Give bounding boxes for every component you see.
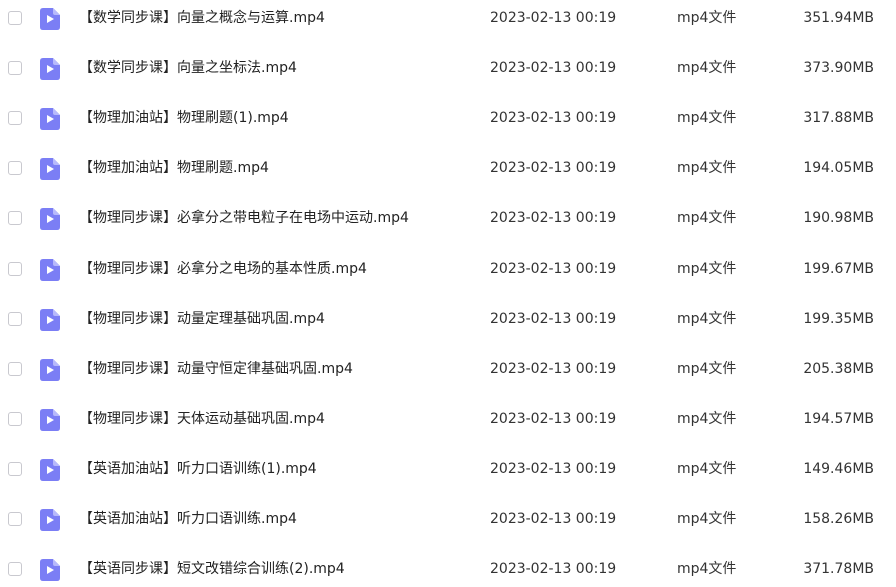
- file-modified-date: 2023-02-13 00:19: [490, 561, 617, 578]
- file-row[interactable]: 【英语加油站】听力口语训练(1).mp4 2023-02-13 00:19 mp…: [0, 451, 896, 501]
- file-type: mp4文件: [677, 10, 737, 26]
- file-size: 190.98MB: [803, 210, 874, 227]
- video-file-icon: [40, 58, 60, 81]
- file-modified-date: 2023-02-13 00:19: [490, 10, 617, 26]
- file-name[interactable]: 【英语加油站】听力口语训练.mp4: [79, 510, 297, 528]
- video-file-icon: [40, 308, 60, 331]
- row-checkbox[interactable]: [8, 161, 22, 176]
- video-file-icon: [40, 358, 60, 381]
- file-modified-date: 2023-02-13 00:19: [490, 160, 617, 177]
- file-modified-date: 2023-02-13 00:19: [490, 310, 617, 327]
- file-type: mp4文件: [677, 310, 737, 327]
- file-size: 371.78MB: [803, 561, 874, 578]
- video-file-icon: [40, 108, 60, 131]
- file-name[interactable]: 【物理加油站】物理刷题(1).mp4: [79, 109, 289, 127]
- row-checkbox[interactable]: [8, 411, 22, 426]
- file-type: mp4文件: [677, 360, 737, 377]
- file-row[interactable]: 【物理同步课】天体运动基础巩固.mp4 2023-02-13 00:19 mp4…: [0, 401, 896, 451]
- row-checkbox[interactable]: [8, 311, 22, 326]
- file-name[interactable]: 【数学同步课】向量之坐标法.mp4: [79, 59, 297, 77]
- video-file-icon: [40, 408, 60, 431]
- video-file-icon: [40, 258, 60, 281]
- video-file-icon: [40, 8, 60, 30]
- file-name[interactable]: 【物理同步课】必拿分之电场的基本性质.mp4: [79, 260, 367, 278]
- file-modified-date: 2023-02-13 00:19: [490, 410, 617, 427]
- file-row[interactable]: 【数学同步课】向量之坐标法.mp4 2023-02-13 00:19 mp4文件…: [0, 50, 896, 100]
- file-size: 199.67MB: [803, 260, 874, 277]
- file-type: mp4文件: [677, 110, 737, 127]
- file-size: 158.26MB: [803, 511, 874, 527]
- file-type: mp4文件: [677, 160, 737, 177]
- file-row[interactable]: 【物理加油站】物理刷题.mp4 2023-02-13 00:19 mp4文件 1…: [0, 150, 896, 200]
- file-modified-date: 2023-02-13 00:19: [490, 110, 617, 127]
- row-checkbox[interactable]: [8, 111, 22, 126]
- file-row[interactable]: 【物理同步课】动量定理基础巩固.mp4 2023-02-13 00:19 mp4…: [0, 301, 896, 351]
- file-list: 【数学同步课】向量之概念与运算.mp4 2023-02-13 00:19 mp4…: [0, 0, 896, 587]
- file-row[interactable]: 【英语加油站】听力口语训练.mp4 2023-02-13 00:19 mp4文件…: [0, 501, 896, 551]
- file-row[interactable]: 【物理加油站】物理刷题(1).mp4 2023-02-13 00:19 mp4文…: [0, 100, 896, 150]
- file-name[interactable]: 【数学同步课】向量之概念与运算.mp4: [79, 9, 325, 27]
- file-type: mp4文件: [677, 260, 737, 277]
- row-checkbox[interactable]: [8, 211, 22, 226]
- file-modified-date: 2023-02-13 00:19: [490, 210, 617, 227]
- row-checkbox[interactable]: [8, 361, 22, 376]
- file-name[interactable]: 【物理同步课】天体运动基础巩固.mp4: [79, 410, 325, 428]
- file-name[interactable]: 【英语同步课】短文改错综合训练(2).mp4: [79, 560, 345, 578]
- video-file-icon: [40, 559, 60, 582]
- file-type: mp4文件: [677, 460, 737, 477]
- row-checkbox[interactable]: [8, 512, 22, 526]
- file-name[interactable]: 【物理同步课】动量定理基础巩固.mp4: [79, 310, 325, 328]
- file-name[interactable]: 【物理同步课】必拿分之带电粒子在电场中运动.mp4: [79, 209, 409, 227]
- file-type: mp4文件: [677, 561, 737, 578]
- file-modified-date: 2023-02-13 00:19: [490, 460, 617, 477]
- file-size: 373.90MB: [803, 60, 874, 77]
- file-row[interactable]: 【数学同步课】向量之概念与运算.mp4 2023-02-13 00:19 mp4…: [0, 0, 896, 50]
- file-modified-date: 2023-02-13 00:19: [490, 260, 617, 277]
- row-checkbox[interactable]: [8, 562, 22, 577]
- file-size: 149.46MB: [803, 460, 874, 477]
- row-checkbox[interactable]: [8, 461, 22, 476]
- file-row[interactable]: 【物理同步课】必拿分之带电粒子在电场中运动.mp4 2023-02-13 00:…: [0, 200, 896, 250]
- file-size: 351.94MB: [803, 10, 874, 26]
- file-size: 317.88MB: [803, 110, 874, 127]
- file-modified-date: 2023-02-13 00:19: [490, 60, 617, 77]
- file-type: mp4文件: [677, 210, 737, 227]
- file-row[interactable]: 【物理同步课】必拿分之电场的基本性质.mp4 2023-02-13 00:19 …: [0, 251, 896, 301]
- row-checkbox[interactable]: [8, 61, 22, 76]
- file-name[interactable]: 【物理同步课】动量守恒定律基础巩固.mp4: [79, 360, 353, 378]
- file-type: mp4文件: [677, 60, 737, 77]
- video-file-icon: [40, 509, 60, 531]
- file-size: 194.05MB: [803, 160, 874, 177]
- file-size: 194.57MB: [803, 410, 874, 427]
- video-file-icon: [40, 458, 60, 481]
- file-name[interactable]: 【英语加油站】听力口语训练(1).mp4: [79, 460, 317, 478]
- file-row[interactable]: 【物理同步课】动量守恒定律基础巩固.mp4 2023-02-13 00:19 m…: [0, 351, 896, 401]
- row-checkbox[interactable]: [8, 261, 22, 276]
- file-row[interactable]: 【英语同步课】短文改错综合训练(2).mp4 2023-02-13 00:19 …: [0, 551, 896, 587]
- file-type: mp4文件: [677, 410, 737, 427]
- row-checkbox[interactable]: [8, 11, 22, 25]
- video-file-icon: [40, 208, 60, 231]
- file-type: mp4文件: [677, 511, 737, 527]
- file-modified-date: 2023-02-13 00:19: [490, 360, 617, 377]
- file-modified-date: 2023-02-13 00:19: [490, 511, 617, 527]
- file-size: 205.38MB: [803, 360, 874, 377]
- file-name[interactable]: 【物理加油站】物理刷题.mp4: [79, 159, 269, 177]
- file-size: 199.35MB: [803, 310, 874, 327]
- video-file-icon: [40, 158, 60, 181]
